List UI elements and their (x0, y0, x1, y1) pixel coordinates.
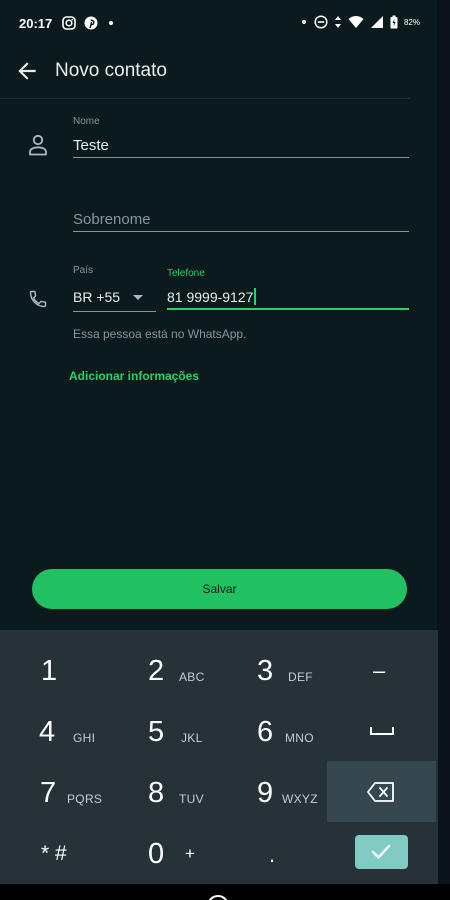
phone-icon (29, 290, 47, 308)
country-select[interactable]: BR +55 (73, 289, 120, 305)
key-letters: PQRS (67, 792, 103, 806)
page-title: Novo contato (55, 60, 167, 81)
wifi-icon (348, 16, 364, 28)
key-star-hash[interactable]: * # (0, 822, 109, 883)
backspace-icon (367, 782, 394, 802)
country-label: País (73, 265, 94, 276)
key-digit: 8 (148, 777, 165, 809)
status-bar: 20:17 82% (0, 0, 438, 48)
space-icon (370, 727, 394, 735)
key-space[interactable] (327, 700, 436, 761)
key-letters: + (185, 844, 196, 863)
whatsapp-helper-text: Essa pessoa está no WhatsApp. (73, 327, 247, 341)
key-letters: DEF (288, 670, 313, 684)
instagram-icon (62, 16, 76, 30)
battery-percent: 82% (403, 17, 420, 27)
key-5[interactable]: 5 JKL (109, 700, 218, 761)
key-letters: ABC (179, 670, 205, 684)
app-bar-divider (0, 98, 410, 99)
key-backspace[interactable] (327, 761, 436, 822)
key-digit: 1 (41, 655, 58, 687)
home-button-icon[interactable] (207, 895, 229, 900)
country-underline (73, 311, 156, 312)
key-letters: WXYZ (282, 792, 318, 806)
key-digit: * # (41, 842, 67, 865)
person-icon (29, 134, 47, 156)
data-arrows-icon (334, 16, 341, 28)
status-time: 20:17 (19, 16, 53, 31)
save-button[interactable]: Salvar (32, 569, 407, 609)
key-3[interactable]: 3 DEF (218, 639, 327, 700)
key-digit: 0 (148, 838, 165, 870)
text-caret (254, 288, 257, 305)
key-7[interactable]: 7 PQRS (0, 761, 109, 822)
phone-input[interactable]: 81 9999-9127 (167, 288, 257, 305)
app-bar: Novo contato (0, 48, 438, 98)
status-right-icons: 82% (300, 15, 420, 29)
dot-icon (301, 20, 306, 24)
key-letters: TUV (179, 792, 204, 806)
key-8[interactable]: 8 TUV (109, 761, 218, 822)
phone-underline (167, 308, 409, 310)
key-letters: GHI (73, 731, 96, 745)
key-period[interactable]: . (218, 822, 327, 883)
screen: 20:17 82% Novo contato Nome Teste Sobren… (0, 0, 438, 884)
pinterest-icon (84, 16, 98, 30)
key-digit: 3 (257, 655, 274, 687)
minus-icon: – (373, 658, 386, 683)
key-1[interactable]: 1 (0, 639, 109, 700)
arrow-back-icon[interactable] (14, 58, 40, 84)
key-minus[interactable]: – (327, 639, 436, 700)
first-name-input[interactable]: Teste (73, 137, 109, 154)
key-0[interactable]: 0 + (109, 822, 218, 883)
key-digit: 7 (40, 777, 57, 809)
key-letters: JKL (181, 731, 203, 745)
system-nav-bar (0, 884, 450, 900)
key-digit: 9 (257, 777, 274, 809)
status-left-icons (62, 16, 116, 30)
signal-icon (370, 16, 383, 28)
first-name-label: Nome (73, 116, 100, 127)
battery-icon (390, 15, 398, 29)
key-digit: . (269, 842, 276, 867)
phone-value: 81 9999-9127 (167, 289, 254, 305)
key-digit: 2 (148, 655, 165, 687)
key-6[interactable]: 6 MNO (218, 700, 327, 761)
phone-label: Telefone (167, 268, 205, 279)
keyboard-done-button[interactable] (355, 835, 408, 869)
dot-icon (109, 21, 113, 25)
key-digit: 4 (39, 716, 56, 748)
key-digit: 5 (148, 716, 165, 748)
chevron-down-icon[interactable] (133, 295, 143, 300)
check-icon (371, 844, 391, 859)
numeric-keypad: 1 2 ABC 3 DEF – 4 GHI 5 JKL 6 MNO 7 PQRS… (0, 630, 438, 884)
key-9[interactable]: 9 WXYZ (218, 761, 327, 822)
first-name-underline (73, 157, 409, 158)
key-4[interactable]: 4 GHI (0, 700, 109, 761)
last-name-input[interactable]: Sobrenome (73, 211, 151, 228)
key-digit: 6 (257, 716, 274, 748)
key-letters: MNO (285, 731, 314, 745)
do-not-disturb-icon (314, 15, 328, 29)
key-2[interactable]: 2 ABC (109, 639, 218, 700)
last-name-underline (73, 231, 409, 232)
add-info-link[interactable]: Adicionar informações (69, 369, 199, 383)
